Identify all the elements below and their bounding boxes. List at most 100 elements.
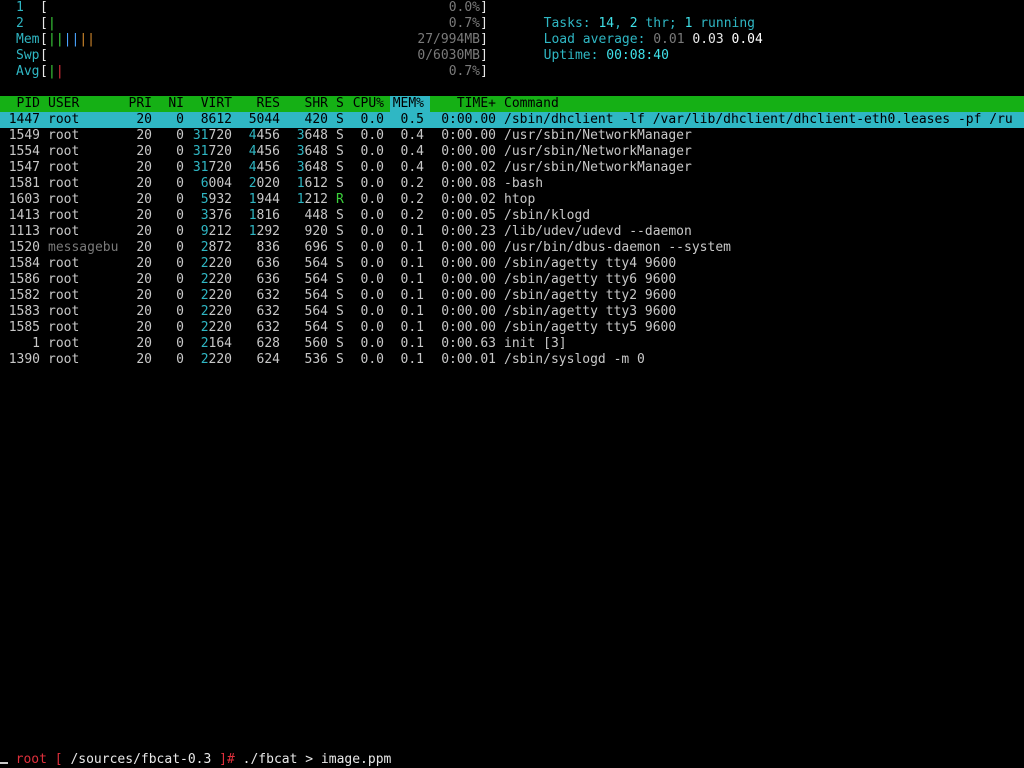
- process-time: 0:00.00: [441, 272, 496, 287]
- process-res: 1816: [248, 208, 280, 223]
- process-cpu: 0.0: [360, 160, 384, 175]
- process-ni: 0: [176, 320, 184, 335]
- column-header-shr[interactable]: SHR: [305, 96, 328, 112]
- process-time: 0:00.00: [441, 144, 496, 159]
- prompt-open-bracket: [: [46, 752, 71, 767]
- process-pri: 20: [136, 320, 152, 335]
- process-user: root: [48, 112, 80, 127]
- process-cpu: 0.0: [360, 352, 384, 367]
- process-ni: 0: [176, 144, 184, 159]
- column-header-ni[interactable]: NI: [168, 96, 184, 112]
- process-pid: 1390: [8, 352, 40, 367]
- process-res: 636: [256, 256, 280, 271]
- process-s: S: [336, 288, 344, 303]
- meter-value: 0/6030MB: [417, 48, 480, 63]
- process-ni: 0: [176, 288, 184, 303]
- process-cpu: 0.0: [360, 192, 384, 207]
- process-user: root: [48, 256, 80, 271]
- process-virt: 9212: [200, 224, 232, 239]
- process-res: 4456: [248, 144, 280, 159]
- meter-label: 1: [16, 0, 24, 15]
- process-s: S: [336, 352, 344, 367]
- process-pri: 20: [136, 128, 152, 143]
- process-time: 0:00.00: [441, 288, 496, 303]
- meter-bracket-left: [: [40, 0, 48, 15]
- column-header-cpu[interactable]: CPU%: [353, 96, 384, 112]
- process-user: root: [48, 224, 80, 239]
- process-virt: 2220: [200, 272, 232, 287]
- process-cmd: htop: [504, 192, 536, 207]
- process-virt: 31720: [192, 128, 232, 143]
- process-time: 0:00.05: [441, 208, 496, 223]
- process-shr: 564: [304, 288, 328, 303]
- process-virt: 3376: [200, 208, 232, 223]
- process-mem: 0.4: [400, 144, 424, 159]
- process-cmd: /lib/udev/udevd --daemon: [504, 224, 692, 239]
- process-pid: 1113: [8, 224, 40, 239]
- process-shr: 564: [304, 304, 328, 319]
- process-s: S: [336, 272, 344, 287]
- process-pid: 1447: [8, 112, 40, 127]
- uptime-value: 00:08:40: [606, 48, 669, 63]
- process-res: 2020: [248, 176, 280, 191]
- process-pid: 1582: [8, 288, 40, 303]
- process-pri: 20: [136, 256, 152, 271]
- meter-avg: Avg[|| 0.7%]: [0, 64, 488, 80]
- process-pid: 1554: [8, 144, 40, 159]
- process-virt: 31720: [192, 144, 232, 159]
- process-pid: 1584: [8, 256, 40, 271]
- column-header-mem[interactable]: MEM%: [393, 96, 424, 112]
- column-header-pid[interactable]: PID: [17, 96, 40, 112]
- process-user: root: [48, 352, 80, 367]
- process-res: 1292: [248, 224, 280, 239]
- process-user: root: [48, 208, 80, 223]
- process-pri: 20: [136, 336, 152, 351]
- load-5min: 0.03: [692, 32, 724, 47]
- process-cpu: 0.0: [360, 224, 384, 239]
- process-cmd: /usr/sbin/NetworkManager: [504, 144, 692, 159]
- column-header-s[interactable]: S: [336, 96, 344, 112]
- column-header-pri[interactable]: PRI: [129, 96, 152, 112]
- process-virt: 2872: [200, 240, 232, 255]
- column-header-time[interactable]: TIME+: [457, 96, 496, 112]
- process-mem: 0.1: [400, 336, 424, 351]
- process-time: 0:00.00: [441, 256, 496, 271]
- process-user: root: [48, 320, 80, 335]
- meter-bracket-right: ]: [480, 64, 488, 79]
- meter-value: 0.7%: [448, 16, 480, 31]
- meter-bracket-right: ]: [480, 0, 488, 15]
- column-header-res[interactable]: RES: [257, 96, 280, 112]
- process-cpu: 0.0: [360, 320, 384, 335]
- process-shr: 1612: [296, 176, 328, 191]
- process-mem: 0.1: [400, 256, 424, 271]
- process-cpu: 0.0: [360, 256, 384, 271]
- process-shr: 696: [304, 240, 328, 255]
- process-ni: 0: [176, 256, 184, 271]
- process-pid: 1585: [8, 320, 40, 335]
- process-cmd: /sbin/agetty tty2 9600: [504, 288, 677, 303]
- meter-label: Avg: [16, 64, 40, 79]
- process-ni: 0: [176, 160, 184, 175]
- process-cpu: 0.0: [360, 208, 384, 223]
- column-header-command[interactable]: Command: [504, 96, 559, 112]
- process-cmd: /usr/sbin/NetworkManager: [504, 128, 692, 143]
- process-time: 0:00.08: [441, 176, 496, 191]
- meter-label: Mem: [16, 32, 40, 47]
- terminal-cursor: [0, 762, 8, 764]
- process-cpu: 0.0: [360, 240, 384, 255]
- process-cmd: /usr/sbin/NetworkManager: [504, 160, 692, 175]
- process-shr: 564: [304, 256, 328, 271]
- meter-value: 0.7%: [448, 64, 480, 79]
- column-header-virt[interactable]: VIRT: [201, 96, 232, 112]
- process-pri: 20: [136, 288, 152, 303]
- shell-prompt[interactable]: root [ /sources/fbcat-0.3 ]# ./fbcat > i…: [0, 736, 392, 768]
- prompt-close-bracket: ]#: [211, 752, 243, 767]
- process-cmd: /sbin/dhclient -lf /var/lib/dhclient/dhc…: [504, 112, 1013, 127]
- process-mem: 0.1: [400, 224, 424, 239]
- process-res: 624: [256, 352, 280, 367]
- process-ni: 0: [176, 336, 184, 351]
- process-mem: 0.1: [400, 352, 424, 367]
- column-header-user[interactable]: USER: [48, 96, 79, 112]
- process-shr: 564: [304, 272, 328, 287]
- process-shr: 448: [304, 208, 328, 223]
